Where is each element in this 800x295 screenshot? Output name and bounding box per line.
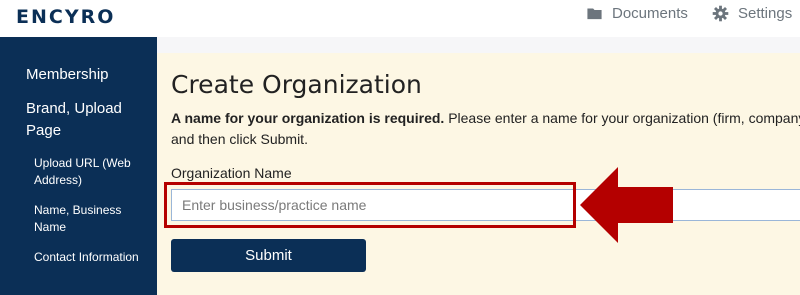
main-top-strip xyxy=(157,37,800,53)
submit-button[interactable]: Submit xyxy=(171,239,366,272)
organization-name-label: Organization Name xyxy=(171,165,292,181)
sidebar-item-brand-upload-page[interactable]: Brand, Upload Page xyxy=(26,98,136,142)
sidebar-item-name-business-name[interactable]: Name, Business Name xyxy=(34,202,152,236)
folder-icon xyxy=(586,5,603,22)
gear-icon xyxy=(712,5,729,22)
encyro-logo[interactable]: ENCYRO xyxy=(16,6,115,28)
page-title: Create Organization xyxy=(171,70,422,99)
sidebar-item-upload-url[interactable]: Upload URL (Web Address) xyxy=(34,155,152,189)
nav-settings-label: Settings xyxy=(738,5,793,22)
top-header: ENCYRO Documents Settings xyxy=(0,0,800,36)
sidebar: Membership Brand, Upload Page Upload URL… xyxy=(0,37,157,295)
organization-name-input[interactable] xyxy=(171,189,800,221)
sidebar-item-contact-information[interactable]: Contact Information xyxy=(34,249,152,266)
main-content: Create Organization A name for your orga… xyxy=(157,53,800,295)
nav-settings[interactable]: Settings xyxy=(712,5,792,22)
nav-documents[interactable]: Documents xyxy=(586,5,688,22)
sidebar-item-membership[interactable]: Membership xyxy=(26,64,109,86)
instructions-bold: A name for your organization is required… xyxy=(171,110,445,126)
nav-documents-label: Documents xyxy=(612,5,688,22)
instructions-text: A name for your organization is required… xyxy=(171,108,800,150)
